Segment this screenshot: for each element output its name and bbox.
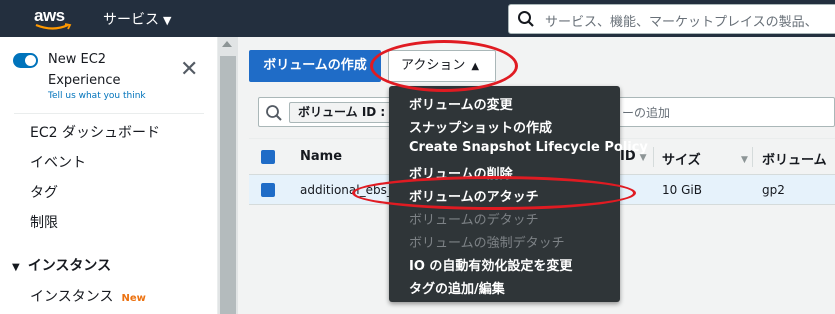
services-label: サービス (103, 12, 159, 28)
annotation-ellipse-actions (370, 40, 518, 92)
sidebar-divider (14, 113, 204, 114)
select-all-checkbox[interactable] (261, 150, 275, 164)
menu-item-detach-volume: ボリュームのデタッチ (409, 213, 539, 228)
instances-label: インスタンス (30, 289, 114, 305)
sidebar-item-events[interactable]: イベント (30, 152, 86, 172)
toggle-knob (25, 55, 36, 66)
create-volume-button[interactable]: ボリュームの作成 (249, 50, 381, 82)
search-icon (266, 105, 282, 121)
caret-down-icon: ▼ (163, 14, 172, 27)
scroll-up-icon[interactable] (222, 41, 232, 47)
new-experience-label: New EC2 Experience (48, 52, 121, 88)
services-menu-button[interactable]: サービス ▼ (103, 9, 171, 29)
search-placeholder: サービス、機能、マーケットプレイスの製品、 (545, 15, 818, 30)
row-checkbox[interactable] (261, 183, 275, 197)
filter-token[interactable]: ボリューム ID : (289, 102, 395, 123)
close-icon[interactable]: ✕ (180, 59, 198, 81)
menu-item-create-lifecycle-policy[interactable]: Create Snapshot Lifecycle Policy (409, 140, 648, 155)
search-icon (518, 11, 534, 27)
column-header-volume-type[interactable]: ボリューム (762, 149, 827, 168)
sidebar-item-dashboard[interactable]: EC2 ダッシュボード (30, 122, 160, 142)
sidebar: New EC2 Experience Tell us what you thin… (0, 37, 218, 314)
row-size: 10 GiB (662, 183, 702, 197)
menu-item-create-snapshot[interactable]: スナップショットの作成 (409, 117, 552, 136)
menu-item-auto-enable-io[interactable]: IO の自動有効化設定を変更 (409, 255, 572, 274)
new-experience-toggle[interactable] (13, 53, 38, 68)
sidebar-item-tags[interactable]: タグ (30, 182, 58, 202)
menu-item-force-detach-volume: ボリュームの強制デタッチ (409, 236, 565, 251)
column-separator (653, 147, 654, 167)
aws-logo[interactable]: aws (34, 6, 74, 32)
new-badge: New (121, 293, 146, 304)
filter-placeholder: ーの追加 (622, 106, 671, 120)
tell-us-link[interactable]: Tell us what you think (48, 91, 146, 101)
scrollbar-thumb[interactable] (220, 56, 236, 314)
caret-down-icon: ▼ (12, 262, 20, 273)
top-navigation-bar: aws サービス ▼ サービス、機能、マーケットプレイスの製品、 (0, 0, 835, 37)
row-volume-type: gp2 (762, 183, 785, 197)
menu-item-modify-volume[interactable]: ボリュームの変更 (409, 94, 513, 113)
section-instances-label: インスタンス (27, 258, 112, 274)
column-header-name[interactable]: Name (300, 149, 342, 164)
sidebar-section-instances[interactable]: ▼ インスタンス (12, 255, 111, 275)
column-separator (752, 147, 753, 167)
global-search-input[interactable]: サービス、機能、マーケットプレイスの製品、 (508, 4, 835, 34)
menu-item-add-edit-tags[interactable]: タグの追加/編集 (409, 278, 505, 297)
sidebar-item-limits[interactable]: 制限 (30, 212, 58, 232)
aws-smile-icon (35, 23, 72, 30)
annotation-ellipse-attach (352, 176, 636, 210)
column-header-size[interactable]: サイズ (662, 149, 701, 168)
sort-icon[interactable]: ▼ (737, 151, 748, 166)
sidebar-item-instances[interactable]: インスタンス New (30, 286, 146, 306)
